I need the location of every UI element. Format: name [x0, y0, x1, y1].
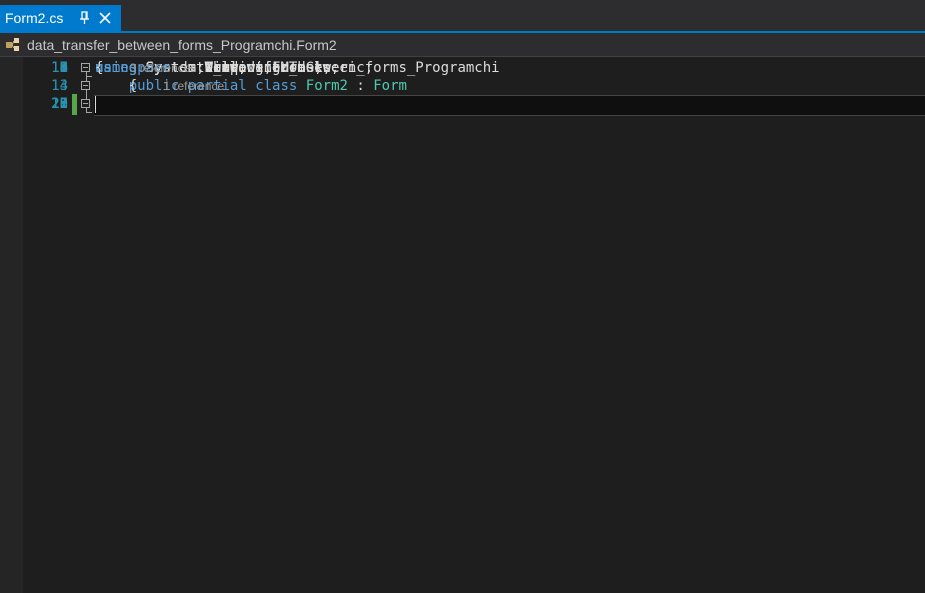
- pin-icon[interactable]: [78, 10, 91, 26]
- close-icon[interactable]: [98, 11, 112, 25]
- codelens-row: 3 references: [0, 59, 925, 77]
- class-icon: [6, 37, 19, 51]
- codelens-references-link[interactable]: 1 reference: [163, 77, 224, 95]
- line-number: 22: [51, 96, 68, 112]
- navigation-bar[interactable]: data_transfer_between_forms_Programchi.F…: [0, 33, 925, 57]
- outline-guide-end: [86, 112, 92, 113]
- collapse-region-icon[interactable]: [81, 99, 90, 108]
- code-editor[interactable]: 1 using System; 2 using System.Collections.…: [0, 57, 925, 593]
- tab-form2-cs[interactable]: Form2.cs: [0, 5, 121, 31]
- code-line[interactable]: 22: [0, 94, 925, 115]
- codelens-references-link[interactable]: 3 references: [130, 59, 197, 77]
- document-tab-strip: Form2.cs: [0, 0, 925, 31]
- tab-title: Form2.cs: [5, 10, 64, 26]
- codelens-row: 1 reference: [0, 77, 925, 95]
- collapse-region-icon[interactable]: [81, 63, 90, 72]
- indicator-margin: [0, 57, 23, 593]
- navigation-type-path: data_transfer_between_forms_Programchi.F…: [27, 36, 337, 53]
- collapse-region-icon[interactable]: [81, 81, 90, 90]
